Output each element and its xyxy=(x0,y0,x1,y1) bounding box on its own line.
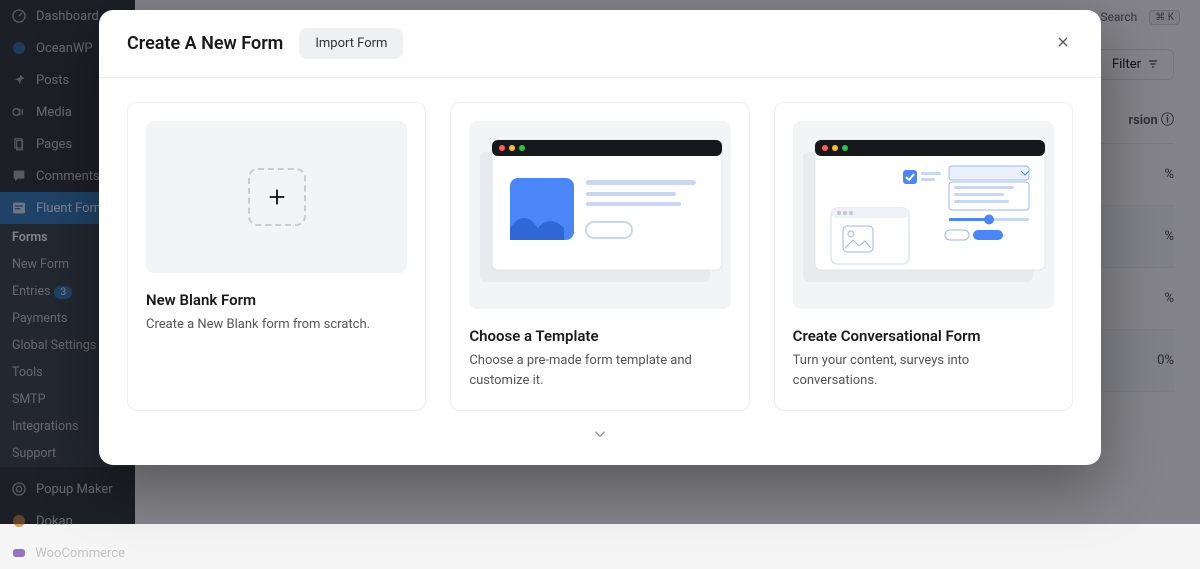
card-title: Choose a Template xyxy=(469,327,730,345)
card-blank-form[interactable]: New Blank Form Create a New Blank form f… xyxy=(127,102,426,411)
blank-form-illustration xyxy=(146,121,407,273)
card-desc: Turn your content, surveys into conversa… xyxy=(793,351,1054,390)
template-illustration xyxy=(469,121,730,309)
close-button[interactable] xyxy=(1047,26,1079,58)
modal-header: Create A New Form Import Form xyxy=(99,10,1101,78)
card-desc: Create a New Blank form from scratch. xyxy=(146,315,407,335)
plus-icon xyxy=(248,168,306,226)
import-form-button[interactable]: Import Form xyxy=(299,28,403,59)
card-conversational-form[interactable]: Create Conversational Form Turn your con… xyxy=(774,102,1073,411)
card-title: Create Conversational Form xyxy=(793,327,1054,345)
close-icon xyxy=(1055,34,1071,50)
chevron-down-icon xyxy=(588,425,612,443)
show-more-chevron[interactable] xyxy=(99,419,1101,449)
conversational-illustration xyxy=(793,121,1054,309)
card-desc: Choose a pre-made form template and cust… xyxy=(469,351,730,390)
sidebar-item-woocommerce[interactable]: WooCommerce xyxy=(0,537,135,569)
card-row: New Blank Form Create a New Blank form f… xyxy=(99,78,1101,419)
card-choose-template[interactable]: Choose a Template Choose a pre-made form… xyxy=(450,102,749,411)
woo-icon xyxy=(10,544,27,562)
modal-overlay[interactable]: Create A New Form Import Form New Blank … xyxy=(0,0,1200,524)
create-form-modal: Create A New Form Import Form New Blank … xyxy=(99,10,1101,465)
modal-title: Create A New Form xyxy=(127,33,283,54)
card-title: New Blank Form xyxy=(146,291,407,309)
sidebar-label: WooCommerce xyxy=(35,546,125,561)
